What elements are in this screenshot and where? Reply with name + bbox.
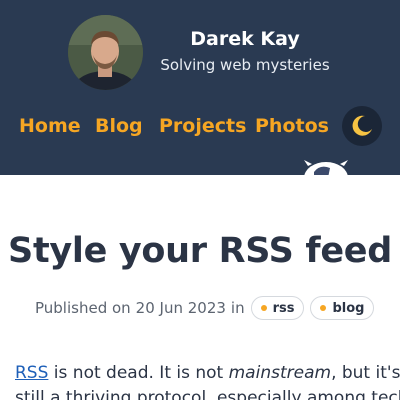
site-name[interactable]: Darek Kay	[145, 28, 345, 50]
intro-text: is not dead. It is not	[48, 363, 229, 383]
rss-link[interactable]: RSS	[15, 363, 48, 383]
avatar[interactable]	[68, 15, 143, 90]
post-meta: Published on 20 Jun 2023 in rss blog	[35, 295, 375, 321]
published-label: Published on	[35, 299, 131, 317]
site-header: Darek Kay Solving web mysteries Home Blo…	[0, 0, 400, 175]
tag-rss[interactable]: rss	[250, 296, 305, 320]
article-content: Style your RSS feed Published on 20 Jun …	[0, 175, 400, 400]
nav-link-home[interactable]: Home	[19, 112, 81, 140]
main-nav: Home Blog Projects Photos	[0, 112, 400, 142]
nav-link-blog[interactable]: Blog	[95, 112, 143, 140]
tag-dot-icon	[320, 305, 327, 311]
meta-in-label: in	[230, 299, 245, 317]
published-date: 20 Jun 2023	[135, 299, 226, 317]
site-tagline: Solving web mysteries	[160, 56, 330, 74]
tag-dot-icon	[260, 305, 267, 311]
tag-blog[interactable]: blog	[310, 296, 375, 320]
theme-toggle-button[interactable]	[342, 106, 382, 146]
moon-icon	[352, 115, 372, 136]
intro-emphasis: mainstream	[228, 363, 332, 383]
intro-text: , but it's	[331, 363, 400, 383]
intro-line-2: still a thriving protocol, especially am…	[15, 388, 400, 400]
mascot-icon	[304, 160, 348, 175]
tag-label: rss	[272, 300, 295, 316]
tag-label: blog	[332, 300, 365, 316]
page-title: Style your RSS feed	[8, 231, 392, 271]
nav-link-photos[interactable]: Photos	[255, 112, 329, 140]
intro-line-1: RSS is not dead. It is not mainstream, b…	[15, 361, 400, 386]
article-intro: RSS is not dead. It is not mainstream, b…	[15, 361, 400, 400]
nav-link-projects[interactable]: Projects	[159, 112, 246, 140]
